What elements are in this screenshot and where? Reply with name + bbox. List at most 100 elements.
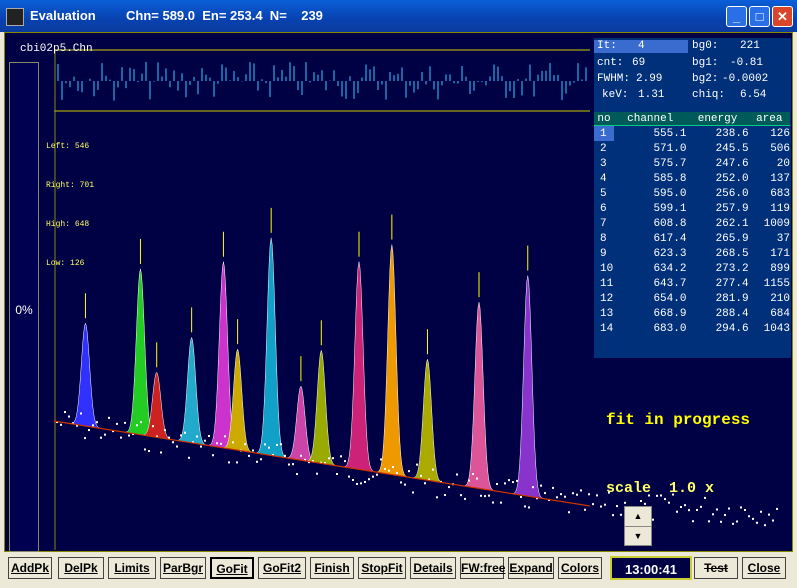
peak-row[interactable]: 1 555.1 238.6 126 — [594, 125, 790, 141]
data-point — [544, 492, 546, 495]
data-point — [604, 503, 606, 506]
peak-row[interactable]: 7 608.8 262.1 1009 — [594, 216, 790, 231]
data-point — [480, 494, 482, 497]
addpk-button[interactable]: AddPk — [8, 557, 52, 579]
data-point — [624, 501, 626, 504]
spectrum-name: cbi02p5.Chn — [20, 43, 93, 55]
finish-button[interactable]: Finish — [310, 557, 354, 579]
data-point — [408, 470, 410, 473]
peak-no: 7 — [600, 217, 607, 230]
data-point — [560, 493, 562, 496]
data-point — [596, 494, 598, 497]
cursor-readout: Chn= 589.0 En= 253.4 N= 239 — [126, 8, 323, 23]
peak-row[interactable]: 13 668.9 288.4 684 — [594, 306, 790, 321]
peak-area: 684 — [770, 307, 790, 320]
iteration-label: It: — [597, 40, 617, 52]
scale-spinner[interactable]: ▲ ▼ — [624, 506, 652, 546]
data-point — [220, 442, 222, 445]
data-point — [228, 461, 230, 464]
peak-row[interactable]: 6 599.1 257.9 119 — [594, 201, 790, 216]
bg2-label: bg2: — [692, 73, 719, 85]
col-energy: energy — [686, 112, 749, 126]
toolbar: AddPk DelPk Limits ParBgr GoFit GoFit2 F… — [4, 555, 793, 583]
peak-channel: 575.7 — [653, 157, 687, 170]
data-point — [108, 416, 110, 419]
parbgr-button[interactable]: ParBgr — [160, 557, 206, 579]
data-point — [504, 482, 506, 485]
data-point — [124, 421, 126, 424]
data-point — [432, 468, 434, 471]
peak-row[interactable]: 2 571.0 245.5 506 — [594, 141, 790, 156]
gofit2-button[interactable]: GoFit2 — [258, 557, 306, 579]
colors-button[interactable]: Colors — [558, 557, 602, 579]
data-point — [316, 472, 318, 475]
peak-area: 683 — [770, 187, 790, 200]
close-window-button[interactable]: ✕ — [772, 6, 793, 27]
peak-row[interactable]: 9 623.3 268.5 171 — [594, 246, 790, 261]
data-point — [204, 439, 206, 442]
gofit-button[interactable]: GoFit — [210, 557, 254, 579]
scale-down-icon[interactable]: ▼ — [625, 527, 651, 546]
peak-row[interactable]: 11 643.7 277.4 1155 — [594, 276, 790, 291]
peak-row[interactable]: 10 634.2 273.2 899 — [594, 261, 790, 276]
details-button[interactable]: Details — [410, 557, 456, 579]
bg0-value: 221 — [740, 40, 760, 52]
data-point — [264, 443, 266, 446]
data-point — [384, 468, 386, 471]
expand-button[interactable]: Expand — [508, 557, 554, 579]
stopfit-button[interactable]: StopFit — [358, 557, 406, 579]
data-point — [336, 473, 338, 476]
close-button[interactable]: Close — [742, 557, 786, 579]
data-point — [400, 481, 402, 484]
data-point — [620, 513, 622, 516]
peak-row[interactable]: 3 575.7 247.6 20 — [594, 156, 790, 171]
peak-row[interactable]: 4 585.8 252.0 137 — [594, 171, 790, 186]
peak-energy: 268.5 — [715, 247, 749, 260]
peak-4 — [164, 336, 219, 448]
data-point — [728, 507, 730, 510]
scale-up-icon[interactable]: ▲ — [625, 507, 651, 527]
iteration-value: 4 — [638, 40, 645, 52]
data-point — [300, 454, 302, 457]
minimize-button[interactable]: _ — [726, 6, 747, 27]
delpk-button[interactable]: DelPk — [58, 557, 104, 579]
peak-energy: 262.1 — [715, 217, 749, 230]
data-point — [296, 473, 298, 476]
data-point — [500, 501, 502, 504]
peak-row[interactable]: 14 683.0 294.6 1043 — [594, 321, 790, 336]
data-point — [208, 435, 210, 438]
fwfree-button[interactable]: FW:free — [460, 557, 505, 579]
window-title: Evaluation — [30, 8, 96, 23]
maximize-button[interactable]: □ — [749, 6, 770, 27]
peak-channel: 623.3 — [653, 247, 687, 260]
data-point — [148, 450, 150, 453]
data-point — [96, 421, 98, 424]
peak-no: 4 — [600, 172, 607, 185]
data-point — [708, 520, 710, 523]
data-point — [268, 446, 270, 449]
data-point — [588, 493, 590, 496]
data-point — [68, 415, 70, 418]
fwhm-label: FWHM: — [597, 73, 631, 85]
peak-row[interactable]: 8 617.4 265.9 37 — [594, 231, 790, 246]
data-point — [776, 507, 778, 510]
data-point — [444, 494, 446, 497]
test-button[interactable]: Test — [694, 557, 738, 579]
data-point — [416, 463, 418, 466]
peak-area: 137 — [770, 172, 790, 185]
peak-row[interactable]: 12 654.0 281.9 210 — [594, 291, 790, 306]
title-bar: Evaluation Chn= 589.0 En= 253.4 N= 239 _… — [0, 0, 797, 32]
data-point — [388, 469, 390, 472]
peak-channel: 668.9 — [653, 307, 687, 320]
data-point — [380, 458, 382, 461]
col-area: area — [748, 112, 790, 126]
peak-energy: 247.6 — [715, 157, 749, 170]
data-point — [652, 518, 654, 521]
limits-button[interactable]: Limits — [108, 557, 156, 579]
scale-readout: scale 1.0 x — [606, 480, 715, 497]
bg0-label: bg0: — [692, 40, 719, 52]
peak-row[interactable]: 5 595.0 256.0 683 — [594, 186, 790, 201]
data-point — [212, 454, 214, 457]
data-point — [88, 429, 90, 432]
data-point — [756, 521, 758, 524]
